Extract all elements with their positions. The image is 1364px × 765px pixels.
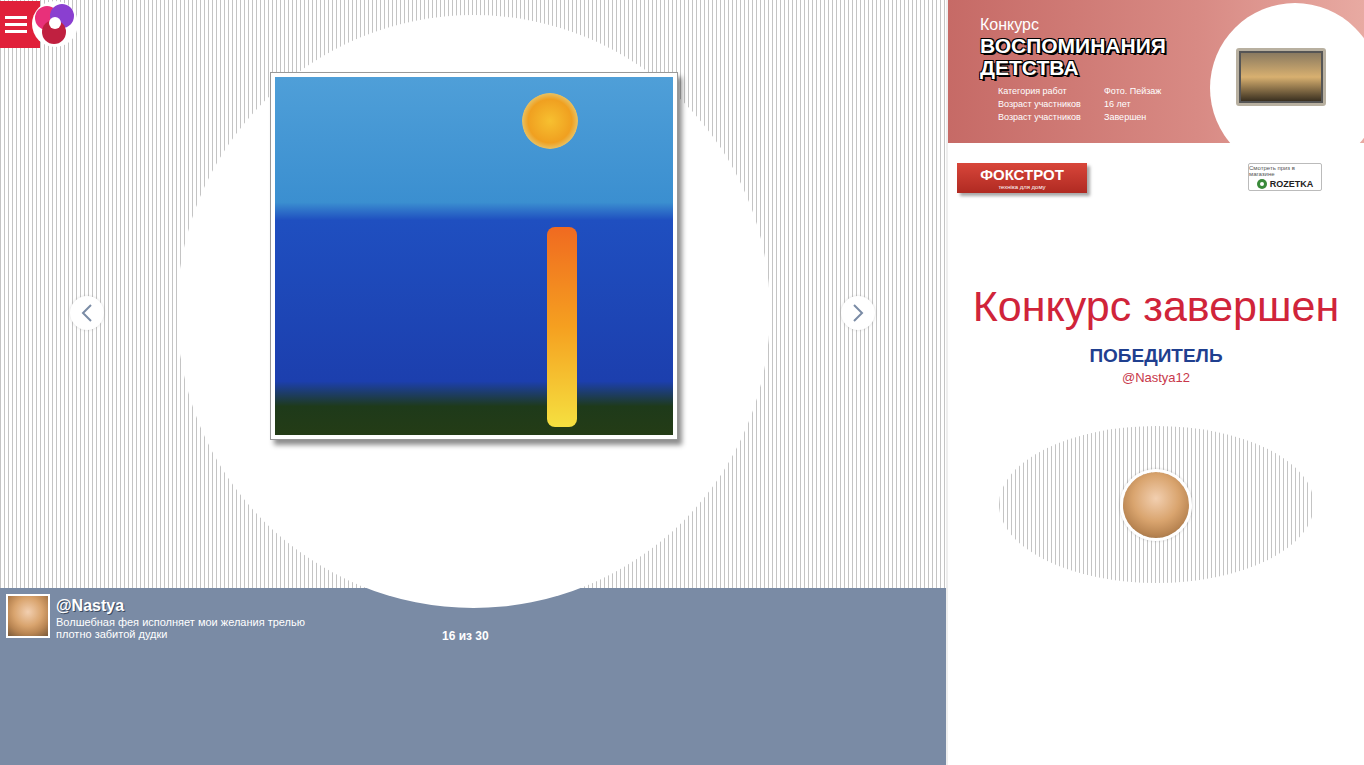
entry-bar: @NastyaВолшебная фея исполняет мои желан… [0,588,946,765]
author-name[interactable]: @Nastya [56,596,356,616]
gallery-position: 16 из 30 [442,627,489,645]
gallery-panel: @NastyaВолшебная фея исполняет мои желан… [0,0,946,765]
winner-avatar [1123,472,1189,538]
prev-button[interactable] [70,296,104,330]
contest-title: ВОСПОМИНАНИЯ ДЕТСТВА [980,35,1180,79]
winner-label: ПОБЕДИТЕЛЬ [948,345,1364,367]
page: @NastyaВолшебная фея исполняет мои желан… [0,0,1364,765]
foxtrot-button[interactable]: ФОКСТРОТтехніка для дому [957,163,1087,193]
logo[interactable] [0,0,80,48]
rozetka-button[interactable]: Смотреть приз в магазинеROZETKA [1248,163,1322,191]
brand-logo-icon [30,0,80,48]
next-button[interactable] [841,296,875,330]
painting-frame[interactable] [270,72,678,440]
prize-image[interactable] [1236,48,1326,106]
winner-user[interactable]: @Nastya12 [948,370,1364,386]
contest-status: Конкурс завершен [948,281,1364,331]
painting [275,77,673,435]
hamburger-icon [5,14,27,34]
prize-circle [1210,3,1364,143]
chevron-icon [81,303,93,323]
contest-banner: КонкурсВОСПОМИНАНИЯ ДЕТСТВАКатегория раб… [948,0,1364,143]
entry-caption: Волшебная фея исполняет мои желания трел… [56,616,306,640]
contest-panel: КонкурсВОСПОМИНАНИЯ ДЕТСТВАКатегория раб… [946,0,1364,765]
chevron-icon [852,303,864,323]
author-avatar [8,596,48,636]
winner-ellipse [999,426,1314,583]
shop-row: ФОКСТРОТтехніка для дому Смотреть приз в … [948,143,1364,193]
rozetka-logo-icon [1257,179,1267,189]
painting-circle [177,15,770,608]
